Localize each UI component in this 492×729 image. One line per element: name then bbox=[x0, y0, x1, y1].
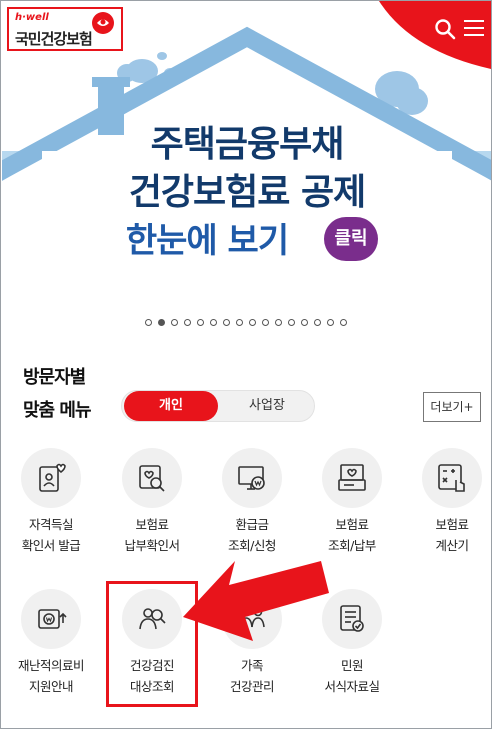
search-icon[interactable] bbox=[434, 18, 456, 40]
menu-item-label: 환급금 bbox=[235, 517, 269, 532]
carousel-dot[interactable] bbox=[158, 319, 165, 326]
menu-item-disaster-medical[interactable]: 재난적의료비지원안내 bbox=[4, 589, 98, 697]
register-bill-icon bbox=[338, 464, 366, 491]
menu-icon-circle bbox=[21, 448, 81, 508]
banner-headline-1: 주택금융부채 bbox=[150, 124, 345, 165]
more-button[interactable]: 더보기+ bbox=[423, 392, 481, 422]
calculator-icon bbox=[438, 464, 465, 492]
menu-item-label: 건강관리 bbox=[229, 679, 275, 694]
menu-item-payment-certificate[interactable]: 보험료 납부확인서 bbox=[105, 448, 199, 556]
logo-title: 국민건강보험 bbox=[15, 30, 93, 48]
visitor-type-toggle: 개인 사업장 bbox=[121, 390, 315, 422]
red-arrow-icon bbox=[183, 561, 329, 641]
menu-icon-circle bbox=[322, 589, 382, 649]
receipt-search-icon bbox=[139, 465, 165, 492]
banner-click-badge[interactable]: 클릭 bbox=[324, 217, 378, 261]
banner-headline-2: 건강보험료 공제 bbox=[128, 172, 366, 213]
banner-headline-3: 한눈에 보기 bbox=[125, 221, 289, 261]
support-card-icon bbox=[38, 609, 67, 629]
menu-title-line1: 방문자별 bbox=[23, 367, 86, 388]
menu-item-label: 지원안내 bbox=[28, 679, 74, 694]
menu-item-refund[interactable]: 환급금 조회/신청 bbox=[205, 448, 299, 556]
carousel-dot[interactable] bbox=[145, 319, 152, 326]
tab-business[interactable]: 사업장 bbox=[222, 391, 312, 421]
carousel-dot[interactable] bbox=[223, 319, 230, 326]
carousel-dot[interactable] bbox=[249, 319, 256, 326]
menu-item-label: 보험료 bbox=[335, 517, 369, 532]
menu-item-label: 계산기 bbox=[435, 538, 469, 553]
menu-item-label: 가족 bbox=[240, 658, 264, 673]
carousel-dot[interactable] bbox=[262, 319, 269, 326]
menu-icon-circle bbox=[422, 448, 482, 508]
menu-item-label: 확인서 발급 bbox=[21, 538, 81, 553]
logo-subtitle: h·well bbox=[15, 12, 49, 23]
carousel-dot[interactable] bbox=[210, 319, 217, 326]
menu-item-label: 조회/납부 bbox=[328, 538, 376, 553]
menu-item-premium-inquiry[interactable]: 보험료조회/납부 bbox=[305, 448, 399, 556]
menu-icon-circle bbox=[222, 448, 282, 508]
menu-item-label: 서식자료실 bbox=[324, 679, 380, 694]
id-card-heart-icon bbox=[39, 463, 66, 492]
carousel-dot[interactable] bbox=[275, 319, 282, 326]
menu-item-label: 보험료 bbox=[135, 517, 169, 532]
carousel-dot[interactable] bbox=[171, 319, 178, 326]
menu-item-label: 재난적의료비 bbox=[17, 658, 85, 673]
carousel-dot[interactable] bbox=[314, 319, 321, 326]
menu-item-qualification[interactable]: 자격득실확인서 발급 bbox=[4, 448, 98, 556]
tab-personal[interactable]: 개인 bbox=[124, 391, 218, 421]
menu-title-line2: 맞춤 메뉴 bbox=[23, 400, 92, 421]
monitor-refund-icon bbox=[238, 466, 265, 490]
carousel-dot[interactable] bbox=[327, 319, 334, 326]
carousel-dot[interactable] bbox=[301, 319, 308, 326]
banner-carousel-dots bbox=[1, 319, 491, 326]
carousel-dot[interactable] bbox=[288, 319, 295, 326]
carousel-dot[interactable] bbox=[236, 319, 243, 326]
hamburger-menu-icon[interactable] bbox=[464, 19, 484, 37]
carousel-dot[interactable] bbox=[197, 319, 204, 326]
menu-icon-circle bbox=[122, 448, 182, 508]
menu-item-label: 자격득실 bbox=[28, 517, 74, 532]
menu-item-label: 보험료 bbox=[435, 517, 469, 532]
carousel-dot[interactable] bbox=[184, 319, 191, 326]
nhis-logo[interactable]: h·well 국민건강보험 bbox=[7, 7, 123, 51]
menu-icon-circle bbox=[21, 589, 81, 649]
menu-item-calculator[interactable]: 보험료계산기 bbox=[405, 448, 491, 556]
logo-emblem-icon bbox=[92, 12, 114, 34]
document-check-icon bbox=[340, 605, 364, 632]
carousel-dot[interactable] bbox=[340, 319, 347, 326]
app-frame: 주택금융부채 건강보험료 공제 한눈에 보기 클릭 h·well 국민건강보험 … bbox=[0, 0, 492, 729]
menu-icon-circle bbox=[322, 448, 382, 508]
menu-item-label: 민원 bbox=[340, 658, 364, 673]
